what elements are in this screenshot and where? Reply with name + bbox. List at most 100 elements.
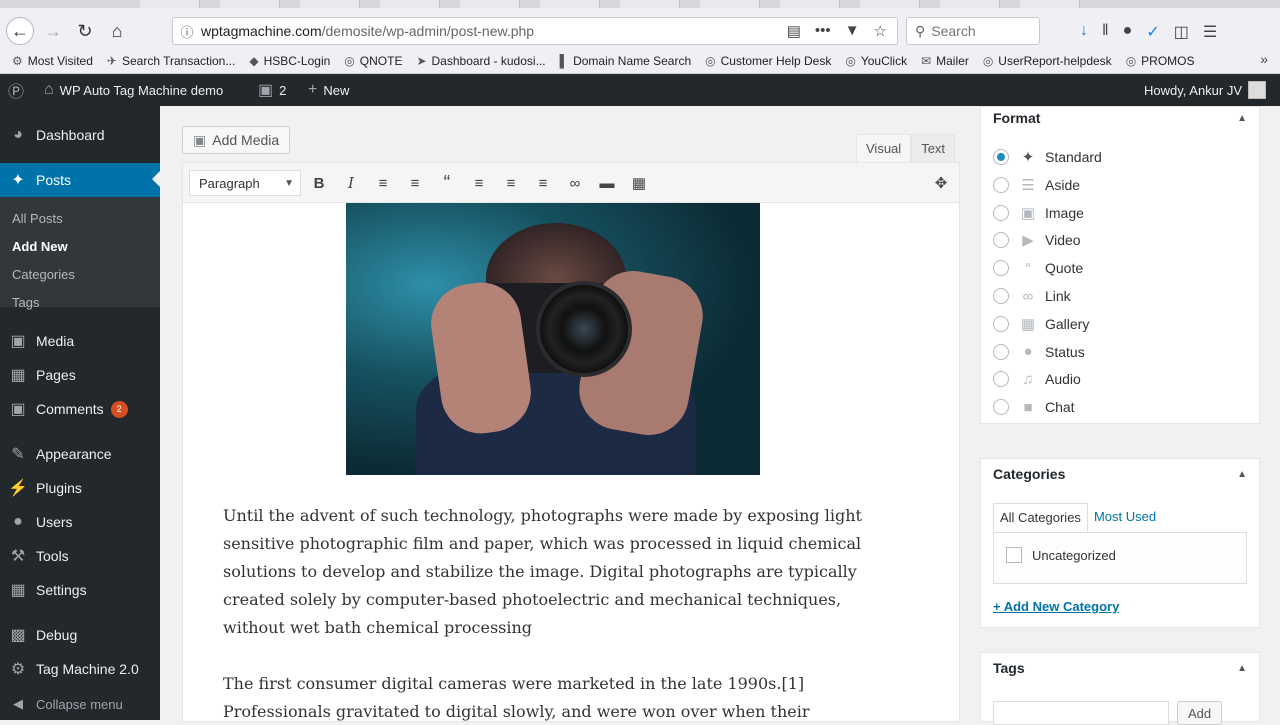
format-radio[interactable] [993, 315, 1009, 332]
bookmark-item[interactable]: ▌ Domain Name Search [560, 54, 692, 68]
back-button[interactable]: ← [6, 17, 34, 45]
add-media-button[interactable]: ▣ Add Media [182, 126, 291, 154]
format-radio[interactable] [993, 232, 1009, 249]
format-option-chat[interactable]: ■ Chat [993, 397, 1075, 417]
reader-view-icon[interactable]: ▤ [787, 22, 801, 40]
collapse-triangle-icon[interactable]: ▲ [1237, 469, 1247, 480]
collapse-menu-button[interactable]: ◀ Collapse menu [0, 692, 160, 716]
my-account-link[interactable]: Howdy, Ankur JV [1144, 74, 1267, 106]
format-option-status[interactable]: ● Status [993, 342, 1085, 362]
tags-input[interactable] [993, 701, 1169, 725]
menu-comments[interactable]: ▣ Comments 2 [0, 392, 160, 426]
format-radio[interactable] [993, 204, 1009, 221]
menu-tools[interactable]: ⚒ Tools [0, 539, 160, 573]
reload-button[interactable]: ↻ [72, 18, 98, 44]
sidebar-toggle-icon[interactable]: ◫ [1174, 22, 1189, 42]
bold-icon[interactable]: B [307, 171, 331, 195]
url-bar[interactable]: ⓘ wptagmachine.com/demosite/wp-admin/pos… [172, 17, 898, 45]
site-name-link[interactable]: ⌂ WP Auto Tag Machine demo [44, 74, 223, 106]
bookmark-item[interactable]: ◎ UserReport-helpdesk [983, 54, 1112, 68]
menu-appearance[interactable]: ✎ Appearance [0, 437, 160, 471]
post-image[interactable] [346, 203, 760, 475]
category-checkbox[interactable] [1006, 547, 1022, 563]
hamburger-menu-icon[interactable]: ☰ [1203, 22, 1217, 42]
bookmark-item[interactable]: ◎ PROMOS [1126, 54, 1195, 68]
bookmark-item[interactable]: ◎ Customer Help Desk [705, 54, 831, 68]
home-button[interactable]: ⌂ [104, 18, 130, 44]
format-select[interactable]: Paragraph ▼ [189, 170, 301, 196]
menu-debug[interactable]: ▩ Debug [0, 618, 160, 652]
menu-pages[interactable]: ▦ Pages [0, 358, 160, 392]
format-radio[interactable] [993, 288, 1009, 304]
download-icon[interactable]: ↓ [1080, 22, 1088, 42]
format-option-link[interactable]: ∞ Link [993, 286, 1071, 306]
align-center-icon[interactable]: ≡ [499, 171, 523, 195]
format-option-quote[interactable]: “ Quote [993, 258, 1083, 278]
format-option-image[interactable]: ▣ Image [993, 203, 1084, 223]
add-new-category-link[interactable]: + Add New Category [993, 599, 1119, 614]
bulleted-list-icon[interactable]: ≡ [371, 171, 395, 195]
url-text[interactable]: wptagmachine.com/demosite/wp-admin/post-… [201, 23, 787, 39]
italic-icon[interactable]: I [339, 171, 363, 195]
pocket-icon[interactable]: ▼ [845, 22, 860, 40]
bookmark-item[interactable]: ⚙ Most Visited [12, 54, 93, 68]
submenu-add-new[interactable]: Add New [12, 239, 68, 254]
submenu-all-posts[interactable]: All Posts [12, 211, 63, 226]
blockquote-icon[interactable]: “ [435, 171, 459, 195]
add-tag-button[interactable]: Add [1177, 701, 1223, 725]
menu-posts[interactable]: ✦ Posts [0, 163, 160, 197]
extension-circle-icon[interactable]: ● [1123, 22, 1133, 42]
format-radio[interactable] [993, 371, 1009, 388]
menu-media[interactable]: ▣ Media [0, 324, 160, 358]
tab-text[interactable]: Text [911, 134, 956, 162]
numbered-list-icon[interactable]: ≡ [403, 171, 427, 195]
comments-link[interactable]: ▣ 2 [258, 74, 286, 106]
collapse-triangle-icon[interactable]: ▲ [1237, 663, 1247, 674]
format-radio[interactable] [993, 176, 1009, 193]
category-item[interactable]: Uncategorized [1006, 547, 1116, 563]
format-box-header[interactable]: Format ▲ [981, 107, 1259, 129]
format-radio[interactable] [993, 149, 1009, 165]
library-icon[interactable]: ‖ [1102, 22, 1109, 42]
bookmark-star-icon[interactable]: ☆ [874, 22, 887, 40]
format-radio[interactable] [993, 260, 1009, 277]
more-actions-icon[interactable]: ••• [815, 22, 831, 40]
forward-button[interactable]: → [40, 18, 66, 44]
menu-tag-machine[interactable]: ⚙ Tag Machine 2.0 [0, 652, 160, 686]
wp-logo-button[interactable]: Ⓟ [8, 74, 24, 106]
info-icon[interactable]: ⓘ [173, 22, 201, 41]
tab-visual[interactable]: Visual [856, 134, 912, 162]
bookmark-item[interactable]: ◆ HSBC-Login [249, 54, 330, 68]
format-option-aside[interactable]: ☰ Aside [993, 175, 1080, 195]
bookmark-item[interactable]: ✈ Search Transaction... [107, 54, 235, 68]
paragraph-2[interactable]: The first consumer digital cameras were … [223, 670, 883, 723]
format-radio[interactable] [993, 399, 1009, 416]
tab-most-used[interactable]: Most Used [1088, 503, 1162, 531]
browser-search-input[interactable] [931, 23, 1028, 39]
tags-box-header[interactable]: Tags ▲ [981, 653, 1259, 683]
format-option-video[interactable]: ▶ Video [993, 230, 1081, 250]
format-radio[interactable] [993, 343, 1009, 360]
menu-dashboard[interactable]: ◕ Dashboard [0, 118, 160, 152]
bookmarks-overflow-icon[interactable]: » [1260, 51, 1268, 67]
format-option-standard[interactable]: ✦ Standard [993, 147, 1102, 167]
format-option-gallery[interactable]: ▦ Gallery [993, 314, 1089, 334]
collapse-triangle-icon[interactable]: ▲ [1237, 113, 1247, 124]
fullscreen-icon[interactable]: ✥ [929, 171, 953, 195]
format-option-audio[interactable]: ♫ Audio [993, 369, 1081, 389]
submenu-tags[interactable]: Tags [12, 295, 39, 310]
bookmark-item[interactable]: ✉ Mailer [921, 54, 969, 68]
editor-content[interactable]: Until the advent of such technology, pho… [183, 203, 959, 723]
toolbar-toggle-icon[interactable]: ▦ [627, 171, 651, 195]
align-right-icon[interactable]: ≡ [531, 171, 555, 195]
menu-plugins[interactable]: ⚡ Plugins [0, 471, 160, 505]
tab-all-categories[interactable]: All Categories [993, 503, 1088, 531]
new-content-link[interactable]: + New [308, 74, 349, 106]
paragraph-1[interactable]: Until the advent of such technology, pho… [223, 502, 883, 642]
browser-search[interactable]: ⚲ [906, 17, 1040, 45]
menu-users[interactable]: ● Users [0, 505, 160, 539]
bookmark-item[interactable]: ➤ Dashboard - kudosi... [416, 54, 545, 68]
bookmark-item[interactable]: ◎ QNOTE [344, 54, 402, 68]
bookmark-item[interactable]: ◎ YouClick [845, 54, 907, 68]
menu-settings[interactable]: ▦ Settings [0, 573, 160, 607]
